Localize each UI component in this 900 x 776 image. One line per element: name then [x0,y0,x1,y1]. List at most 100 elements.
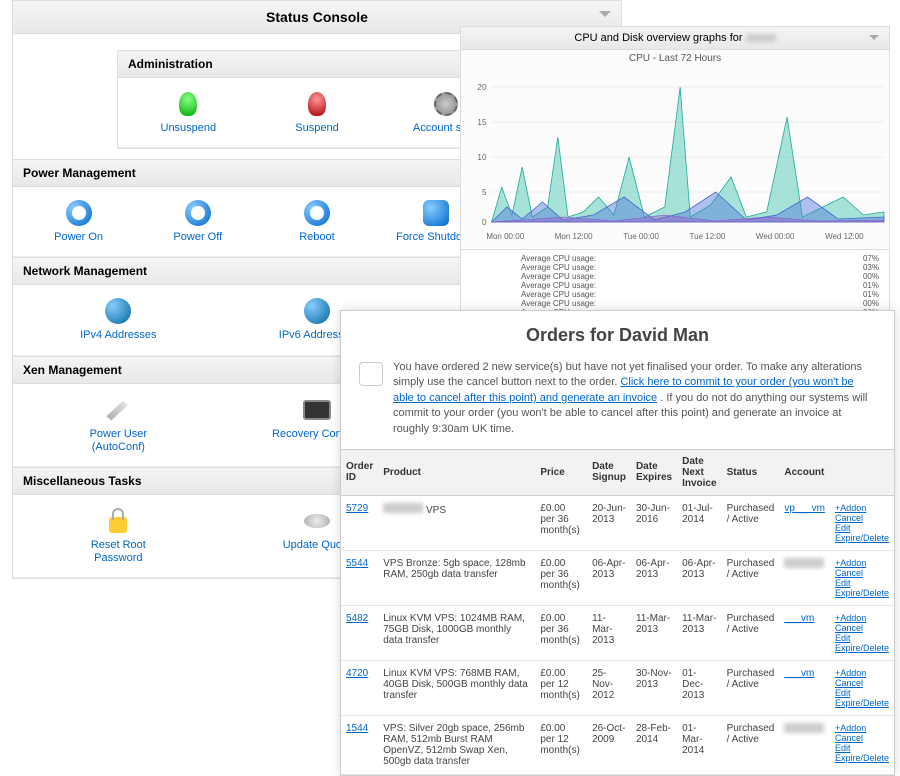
suspend-label: Suspend [295,122,338,135]
order-action-edit[interactable]: Edit [835,743,889,753]
order-action-edit[interactable]: Edit [835,578,889,588]
terminal-icon [303,396,331,424]
order-id-link[interactable]: 5544 [346,558,368,569]
order-signup: 20-Jun-2013 [587,495,631,550]
chevron-down-icon[interactable] [869,35,879,40]
account-link[interactable]: vp___vm [784,503,825,514]
order-actions: +AddonCancelEditExpire/Delete [830,715,894,774]
reset-root-password-button[interactable]: Reset Root Password [68,507,168,565]
order-action-addon[interactable]: +Addon [835,503,889,513]
order-action-edit[interactable]: Edit [835,523,889,533]
svg-text:0: 0 [482,218,487,227]
account-link[interactable]: ___vm [784,668,814,679]
x-tick: Tue 00:00 [623,232,659,241]
order-action-expiredelete[interactable]: Expire/Delete [835,643,889,653]
administration-box: Administration Unsuspend Suspend Account… [117,50,517,149]
order-action-edit[interactable]: Edit [835,688,889,698]
order-id-link[interactable]: 1544 [346,723,368,734]
order-next-invoice: 11-Mar-2013 [677,605,721,660]
order-id-link[interactable]: 5729 [346,503,368,514]
account-blur [784,723,824,733]
order-action-expiredelete[interactable]: Expire/Delete [835,753,889,763]
reboot-label: Reboot [299,231,334,244]
power-on-button[interactable]: Power On [29,199,129,244]
circ-btn-icon [65,199,93,227]
order-next-invoice: 01-Dec-2013 [677,660,721,715]
ipv4-addresses-button[interactable]: IPv4 Addresses [68,297,168,342]
legend-row: Average CPU usage:07% [521,254,879,263]
order-action-expiredelete[interactable]: Expire/Delete [835,698,889,708]
order-signup: 06-Apr-2013 [587,550,631,605]
order-status: Purchased / Active [722,495,780,550]
order-action-cancel[interactable]: Cancel [835,513,889,523]
order-price: £0.00 per 36 month(s) [535,550,587,605]
order-row: 1544 VPS: Silver 20gb space, 256mb RAM, … [341,715,894,774]
x-tick: Mon 00:00 [486,232,524,241]
orders-header: Order ID [341,450,378,496]
orders-panel: Orders for David Man You have ordered 2 … [340,310,895,776]
order-action-expiredelete[interactable]: Expire/Delete [835,588,889,598]
suspend-button[interactable]: Suspend [267,90,367,135]
order-action-addon[interactable]: +Addon [835,668,889,678]
reset-root-password-label: Reset Root Password [68,539,168,565]
power-user-button[interactable]: Power User (AutoConf) [68,396,168,454]
order-action-addon[interactable]: +Addon [835,613,889,623]
power-off-button[interactable]: Power Off [148,199,248,244]
order-action-expiredelete[interactable]: Expire/Delete [835,533,889,543]
svg-text:5: 5 [482,188,487,197]
order-expires: 30-Nov-2013 [631,660,677,715]
gear-icon [432,90,460,118]
x-tick: Tue 12:00 [690,232,726,241]
chevron-down-icon[interactable] [599,11,611,17]
order-actions: +AddonCancelEditExpire/Delete [830,550,894,605]
order-account: ___vm [779,605,830,660]
order-expires: 30-Jun-2016 [631,495,677,550]
order-status: Purchased / Active [722,715,780,774]
orders-header: Price [535,450,587,496]
order-row: 5544 VPS Bronze: 5gb space, 128mb RAM, 2… [341,550,894,605]
account-blur [784,558,824,568]
graph-header: CPU and Disk overview graphs for [461,27,889,50]
order-status: Purchased / Active [722,550,780,605]
order-account [779,550,830,605]
order-expires: 06-Apr-2013 [631,550,677,605]
order-action-cancel[interactable]: Cancel [835,623,889,633]
graph-host-blur [746,34,776,42]
order-id-link[interactable]: 5482 [346,613,368,624]
order-account: ___vm [779,660,830,715]
order-id-link[interactable]: 4720 [346,668,368,679]
x-tick: Wed 00:00 [756,232,795,241]
order-action-addon[interactable]: +Addon [835,558,889,568]
orders-table: Order IDProductPriceDate SignupDate Expi… [341,450,894,775]
order-expires: 11-Mar-2013 [631,605,677,660]
orders-notice: You have ordered 2 new service(s) but ha… [341,360,894,450]
legend-row: Average CPU usage:00% [521,299,879,308]
order-signup: 11-Mar-2013 [587,605,631,660]
unsuspend-button[interactable]: Unsuspend [138,90,238,135]
orders-title: Orders for David Man [341,311,894,360]
lock-icon [104,507,132,535]
order-action-cancel[interactable]: Cancel [835,678,889,688]
globe-icon [303,297,331,325]
order-actions: +AddonCancelEditExpire/Delete [830,660,894,715]
order-action-cancel[interactable]: Cancel [835,733,889,743]
order-account: vp___vm [779,495,830,550]
order-product: Linux KVM VPS: 768MB RAM, 40GB Disk, 500… [378,660,535,715]
order-action-addon[interactable]: +Addon [835,723,889,733]
orders-header [830,450,894,496]
order-actions: +AddonCancelEditExpire/Delete [830,605,894,660]
orders-header: Status [722,450,780,496]
administration-title: Administration [118,51,516,78]
order-action-edit[interactable]: Edit [835,633,889,643]
power-off-label: Power Off [173,231,222,244]
unsuspend-label: Unsuspend [161,122,217,135]
legend-row: Average CPU usage:01% [521,281,879,290]
reboot-button[interactable]: Reboot [267,199,367,244]
legend-row: Average CPU usage:00% [521,272,879,281]
order-price: £0.00 per 12 month(s) [535,715,587,774]
account-link[interactable]: ___vm [784,613,814,624]
order-action-cancel[interactable]: Cancel [835,568,889,578]
disk-icon [303,507,331,535]
order-actions: +AddonCancelEditExpire/Delete [830,495,894,550]
legend-row: Average CPU usage:01% [521,290,879,299]
